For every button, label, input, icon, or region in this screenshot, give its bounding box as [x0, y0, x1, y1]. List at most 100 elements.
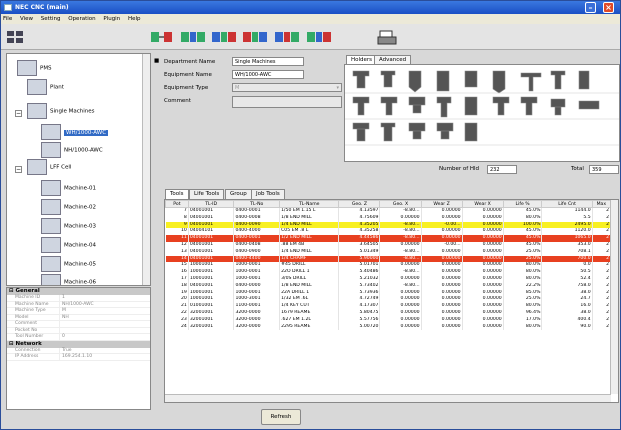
table-cell: 0.00000 [421, 323, 463, 331]
menu-help[interactable]: Help [128, 16, 141, 22]
tree-item-machine-04[interactable]: Machine-04 [41, 237, 96, 253]
table-cell: 2 [592, 235, 612, 242]
table-cell: 96.4% [503, 309, 543, 317]
refresh-button[interactable]: Refresh [261, 409, 301, 425]
tree-item-machine-05[interactable]: Machine-05 [41, 256, 96, 272]
col-header[interactable]: Life Cnt [541, 200, 593, 208]
close-button[interactable]: × [603, 2, 614, 13]
table-cell: -8.80... [379, 221, 422, 229]
table-hscrollbar[interactable] [165, 394, 611, 402]
col-header[interactable]: TL-ID [187, 200, 235, 208]
table-cell: 5.73936 [338, 289, 381, 297]
tree-item-lff-cell[interactable]: LFF Cell [27, 159, 71, 175]
tool-measure-icon[interactable] [305, 29, 333, 45]
department-field[interactable]: Single Machines [232, 57, 304, 66]
table-row[interactable]: 15 10001001 1000-0001 #45 DRILL 5.01701 0.000… [165, 262, 612, 270]
menu-setting[interactable]: Setting [41, 16, 61, 22]
table-row[interactable]: 19 10001001 1000-0001 22A DRILL 1 5.73936 0.0… [165, 289, 612, 297]
prop-category-network[interactable]: ⊟ Network [7, 340, 150, 348]
table-row[interactable]: 10 04004101 0400-4000 C05 EM .8 L 4.35258 -8.… [165, 228, 612, 236]
table-row[interactable]: 9 04001001 0400-0090 1/4 END MILL 4.35205 -8.… [165, 221, 612, 229]
table-row[interactable]: 21 01001001 1100-0001 1/4 KEY CUT 4.17307 0.0… [165, 303, 612, 310]
tree-item-wh1000[interactable]: WH/1000-AWC [41, 124, 109, 140]
table-cell: 1100-0001 [233, 303, 281, 310]
table-row[interactable]: 17 10001001 1000-0001 3/0S DRILL 5.21032 0.00… [165, 275, 612, 283]
tree-root[interactable]: PMS [17, 60, 52, 76]
menu-view[interactable]: View [20, 16, 33, 22]
prop-category-general[interactable]: ⊟ General [7, 288, 150, 295]
table-row[interactable]: 16 10001001 1000-0001 22O DRILL 1 5.40486 -8.… [165, 269, 612, 276]
table-cell: 2495.0 [541, 221, 593, 229]
col-header[interactable]: Wear X [461, 200, 504, 208]
col-header[interactable]: Wear Z [420, 200, 463, 208]
minimize-button[interactable]: – [585, 2, 596, 13]
holder-grid[interactable] [345, 65, 619, 161]
tool-compare-icon[interactable] [210, 29, 238, 45]
tool-sync-icon[interactable] [149, 29, 175, 45]
table-row[interactable]: 12 04001001 0400-0408.88 EM 4B 3.64505 0.000… [165, 241, 612, 249]
menu-operation[interactable]: Operation [68, 16, 95, 22]
tree-item-machine-06[interactable]: Machine-06 [41, 274, 96, 285]
table-row[interactable]: 14 04001001 0400-4400 1/4 CHAMF 5.90000 -8.80… [165, 255, 612, 263]
col-header[interactable]: Pot [165, 200, 189, 208]
table-cell: 0.00000 [462, 296, 504, 304]
tool-upload-icon[interactable] [241, 29, 269, 45]
table-cell: 2 [592, 228, 612, 236]
prop-row[interactable]: IP Address 169.254.1.10 [7, 354, 150, 361]
tree-item-machine-03[interactable]: Machine-03 [41, 218, 96, 234]
table-vscrollbar[interactable] [610, 200, 618, 394]
table-row[interactable]: 24 32001001 3200-0000 2295 REAME 5.00720 0.00… [165, 323, 612, 331]
table-cell: 5.57756 [338, 316, 381, 324]
table-row[interactable]: 20 10001001 1000-3001 1/32 EM .6L 4.72749 0.0… [165, 296, 612, 304]
table-cell: 2 [592, 207, 612, 215]
print-icon[interactable] [376, 29, 398, 45]
tab-job-tools[interactable]: Job Tools [251, 189, 285, 199]
toolbar [1, 24, 620, 50]
table-row[interactable]: 11 04001001 0400-0001 1/2 END MILL 4.44586 -8… [165, 235, 612, 242]
collapse-icon[interactable]: − [15, 110, 22, 117]
tab-group[interactable]: Group [225, 189, 252, 199]
table-row[interactable]: 8 04001001 0400-0008 1/8 END MILL 4.75609 0.0… [165, 214, 612, 222]
menu-file[interactable]: File [3, 16, 12, 22]
grid-view-icon[interactable] [5, 29, 25, 45]
collapse-icon[interactable]: − [15, 166, 22, 173]
tree-item-machine-01[interactable]: Machine-01 [41, 180, 96, 196]
equipment-field[interactable]: WH/1000-AWC [232, 70, 304, 79]
tree-item-plant[interactable]: Plant [27, 79, 64, 95]
tree-item-single-machines[interactable]: Single Machines [27, 103, 95, 119]
holder-icon [436, 96, 452, 118]
type-select[interactable]: M ▾ [232, 83, 342, 92]
table-cell: 0.00000 [462, 275, 504, 283]
machine-icon [41, 199, 61, 215]
tree-item-nh1000[interactable]: NH/1000-AWC [41, 142, 103, 158]
tree-item-machine-02[interactable]: Machine-02 [41, 199, 96, 215]
table-cell: 0.00000 [421, 214, 463, 222]
tree-scrollbar[interactable] [142, 54, 150, 285]
col-header[interactable]: TL-No [233, 200, 281, 208]
table-row[interactable]: 18 04001001 0400-0000 1/8 END MILL 5.73402 -8… [165, 282, 612, 290]
table-cell: 16.0 [541, 303, 593, 310]
tab-tools[interactable]: Tools [165, 189, 189, 199]
holder-icon [352, 96, 370, 116]
comment-field[interactable] [232, 96, 342, 108]
col-header[interactable]: Geo. Z [338, 200, 381, 208]
table-row[interactable]: 22 32001001 3200-0000 1679 REAME 5.80475 0.00… [165, 309, 612, 317]
table-cell: 45.0% [503, 241, 543, 249]
menu-plugin[interactable]: Plugin [103, 16, 120, 22]
table-cell: 1000-0001 [233, 269, 281, 276]
col-header[interactable]: Geo. X [379, 200, 422, 208]
table-row[interactable]: 23 32001001 3200-0000.627 EM 1.2L 5.57756 0.… [165, 316, 612, 324]
table-cell: 0.00000 [379, 316, 422, 324]
tool-download-icon[interactable] [273, 29, 301, 45]
table-cell: 4.72749 [338, 296, 381, 304]
table-row[interactable]: 13 04001001 0400-0900 1/4 END MILL 5.01349 -8… [165, 248, 612, 256]
menu-bar: File View Setting Operation Plugin Help [1, 14, 620, 24]
tool-transfer-icon[interactable] [179, 29, 207, 45]
col-header[interactable]: Life % [502, 200, 543, 208]
table-row[interactable]: 7 04001001 0400-0001 1/50 EM 1.15 L 4.13597-… [165, 207, 612, 215]
holder-icon [464, 70, 478, 88]
col-header[interactable]: TL-Name [279, 200, 340, 208]
col-header[interactable]: Max [591, 200, 612, 208]
tab-life-tools[interactable]: Life Tools [189, 189, 225, 199]
table-cell: 01001001 [188, 303, 235, 310]
